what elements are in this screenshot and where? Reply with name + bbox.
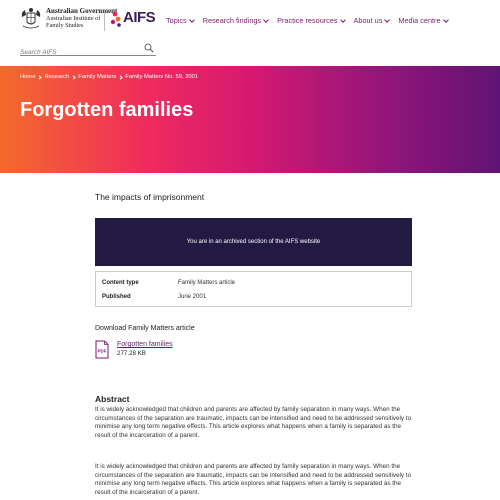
article-meta-table: Content type Family Matters article Publ… <box>95 271 412 307</box>
chevron-right-icon <box>118 74 123 80</box>
chevron-down-icon <box>263 16 269 23</box>
breadcrumb-current[interactable]: Family Matters No. 59, 2001 <box>125 74 198 80</box>
nav-topics-label: Topics <box>166 16 187 25</box>
meta-label: Content type <box>102 280 139 286</box>
header-divider <box>104 9 105 31</box>
government-wordmark: Australian Government Australian Institu… <box>46 7 118 30</box>
meta-row-content-type: Content type Family Matters article <box>102 280 235 286</box>
abstract-paragraph-1: It is widely acknowledged that children … <box>95 406 412 439</box>
nav-practice-resources-label: Practice resources <box>277 16 338 25</box>
search-bar <box>20 41 156 60</box>
abstract-heading: Abstract <box>95 394 130 404</box>
chevron-right-icon <box>37 74 43 80</box>
nav-media-centre-label: Media centre <box>398 16 441 25</box>
search-icon[interactable] <box>144 43 154 53</box>
gov-line-2: Australian Institute of <box>46 15 101 22</box>
main-nav: Topics Research findings Practice resour… <box>166 16 457 25</box>
breadcrumb-home[interactable]: Home <box>20 74 35 80</box>
hero-banner: Home Research Family Matters Family Matt… <box>0 66 500 173</box>
breadcrumb: Home Research Family Matters Family Matt… <box>20 74 198 80</box>
meta-label: Published <box>102 294 131 300</box>
search-input[interactable] <box>20 45 138 60</box>
download-link[interactable]: Forgotten families <box>117 341 173 348</box>
chevron-down-icon <box>442 16 449 23</box>
chevron-down-icon <box>339 16 346 23</box>
pdf-file-icon: PDF <box>95 340 109 359</box>
nav-research-findings[interactable]: Research findings <box>202 16 269 25</box>
chevron-down-icon <box>384 16 391 23</box>
nav-topics[interactable]: Topics <box>166 16 195 25</box>
file-size: 277.28 KB <box>117 350 146 357</box>
aifs-logo-text[interactable]: AIFS <box>123 9 156 26</box>
nav-practice-resources[interactable]: Practice resources <box>277 16 346 25</box>
chevron-right-icon <box>71 74 76 80</box>
archive-notice: You are in an archived section of the AI… <box>95 218 412 266</box>
chevron-down-icon <box>188 16 195 23</box>
archive-notice-text: You are in an archived section of the AI… <box>186 239 321 245</box>
gov-line-3: Family Studies <box>46 22 84 29</box>
nav-about-us[interactable]: About us <box>353 16 391 25</box>
site-header: Australian Government Australian Institu… <box>0 0 500 66</box>
nav-media-centre[interactable]: Media centre <box>398 16 449 25</box>
gov-line-1: Australian Government <box>46 7 118 15</box>
nav-about-us-label: About us <box>353 16 383 25</box>
meta-value: Family Matters article <box>178 280 236 286</box>
meta-value: June 2001 <box>178 294 207 300</box>
meta-row-published: Published June 2001 <box>102 294 206 300</box>
abstract-paragraph-2: It is widely acknowledged that children … <box>95 463 412 496</box>
pdf-icon-label: PDF <box>98 349 107 354</box>
nav-research-findings-label: Research findings <box>202 16 262 25</box>
article-subtitle: The impacts of imprisonment <box>95 192 205 202</box>
coat-of-arms-icon <box>21 8 41 29</box>
breadcrumb-family-matters[interactable]: Family Matters <box>78 74 116 80</box>
page-title: Forgotten families <box>20 99 194 121</box>
download-heading: Download Family Matters article <box>95 325 195 332</box>
breadcrumb-research[interactable]: Research <box>44 74 69 80</box>
